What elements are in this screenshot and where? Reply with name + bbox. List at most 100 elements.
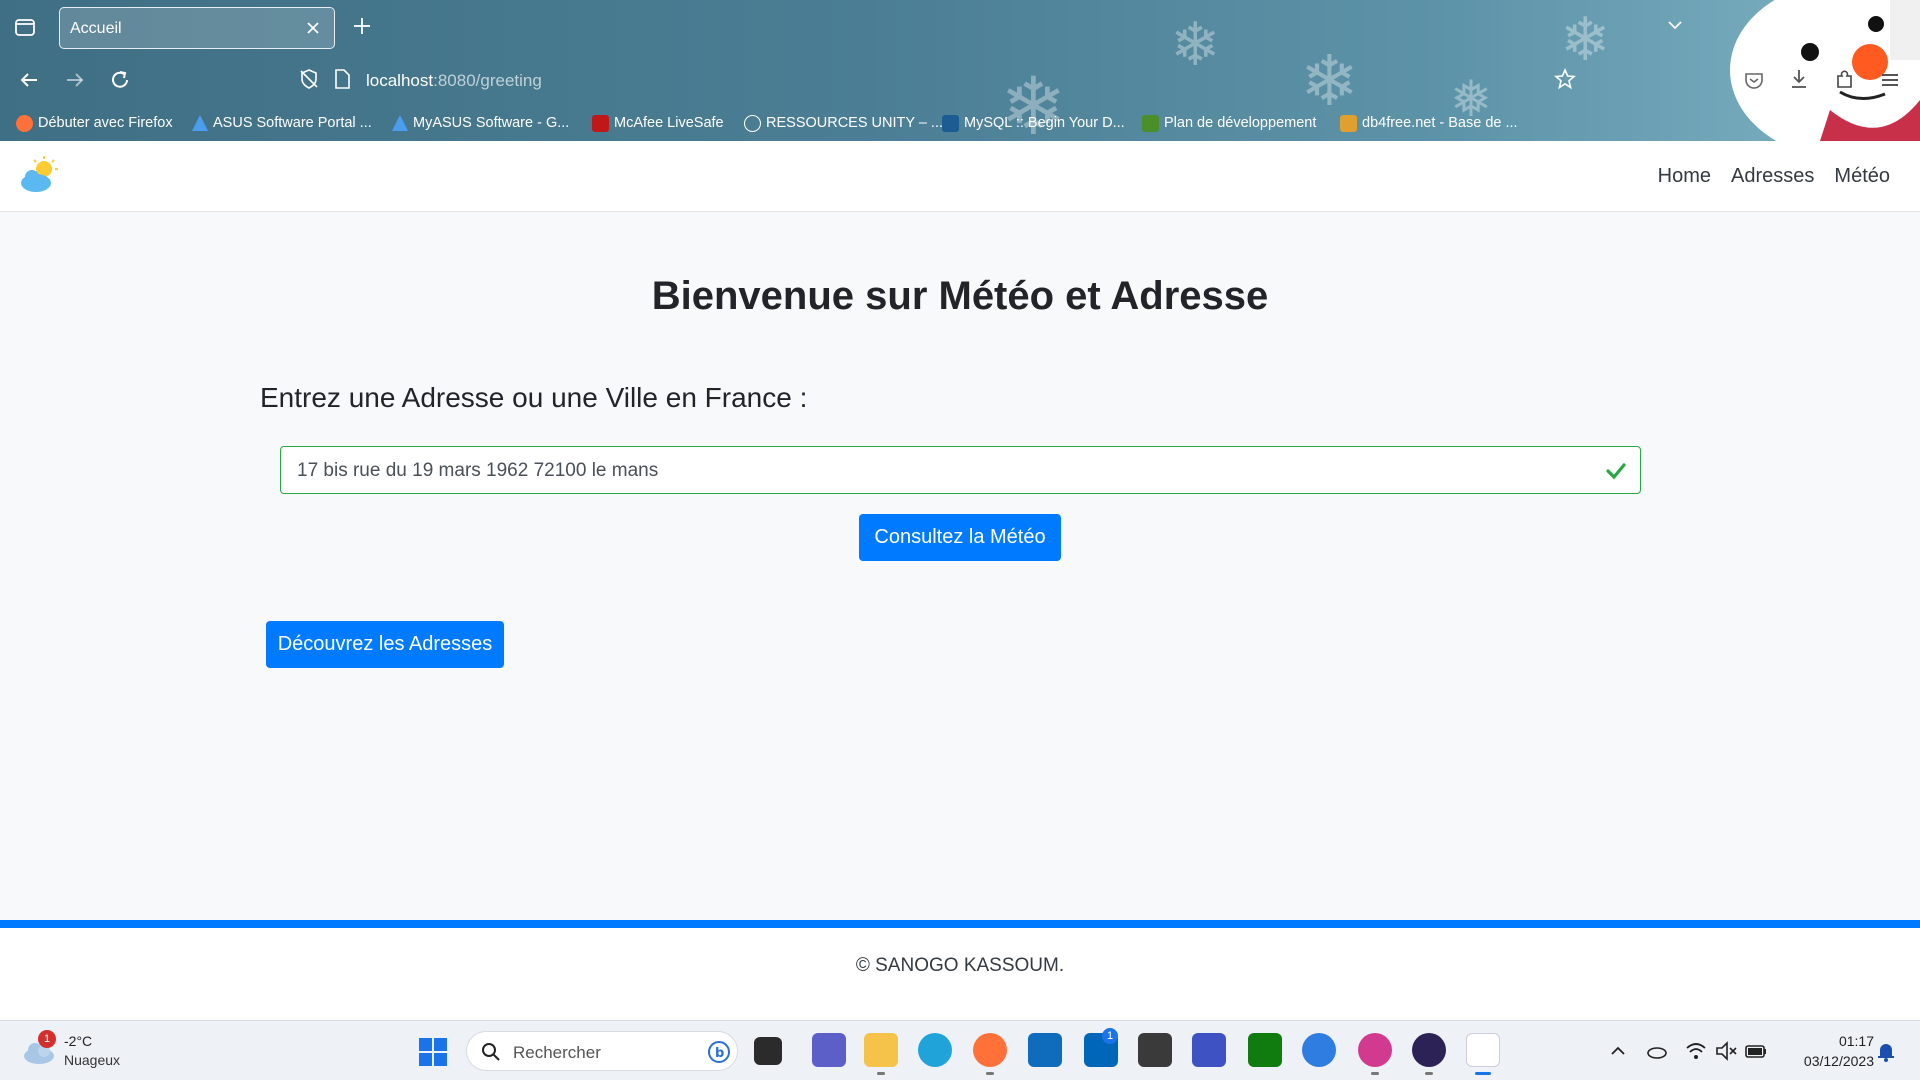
running-indicator [877, 1072, 885, 1075]
chevron-up-icon[interactable] [1606, 1039, 1630, 1063]
consult-meteo-button[interactable]: Consultez la Météo [859, 514, 1061, 561]
firefox-icon [16, 114, 33, 132]
downloads-icon[interactable] [1786, 66, 1812, 92]
bookmarks-bar: Débuter avec Firefox ASUS Software Porta… [0, 110, 1920, 138]
tab-list-icon[interactable] [12, 14, 38, 40]
tab-accueil[interactable]: Accueil [59, 7, 335, 49]
tab-title: Accueil [70, 20, 122, 37]
unity-icon[interactable] [1138, 1033, 1172, 1067]
firefox-taskbar-icon[interactable] [973, 1033, 1007, 1067]
weather-logo-icon[interactable] [18, 155, 60, 195]
xbox-icon[interactable] [1248, 1033, 1282, 1067]
mysql-icon [942, 114, 959, 132]
app-navbar: Home Adresses Météo [0, 141, 1920, 212]
bookmark-label: db4free.net - Base de ... [1362, 115, 1518, 131]
teams-icon[interactable] [812, 1033, 846, 1067]
new-tab-icon[interactable] [350, 14, 374, 38]
code-app-icon[interactable] [1192, 1033, 1226, 1067]
bookmark-item[interactable]: db4free.net - Base de ... [1340, 112, 1518, 134]
page-info-icon[interactable] [332, 68, 352, 90]
bing-icon[interactable]: b [707, 1040, 731, 1064]
main-content: Bienvenue sur Météo et Adresse Entrez un… [0, 212, 1920, 920]
clock-time: 01:17 [1838, 1033, 1874, 1049]
office-icon[interactable] [1358, 1033, 1392, 1067]
bookmark-label: MySQL :: Begin Your D... [964, 115, 1125, 131]
address-input[interactable]: 17 bis rue du 19 mars 1962 72100 le mans [280, 446, 1641, 494]
notification-bell-icon[interactable] [1874, 1039, 1898, 1063]
extensions-icon[interactable] [1832, 66, 1858, 92]
onedrive-icon[interactable] [1645, 1039, 1669, 1063]
weather-notification-badge: 1 [38, 1030, 56, 1048]
search-icon [482, 1043, 500, 1061]
url-text[interactable]: localhost:8080/greeting [366, 71, 542, 91]
edge-icon[interactable] [918, 1033, 952, 1067]
taskbar: 1 -2°C Nuageux Rechercher b 1 01:17 03/1… [0, 1020, 1920, 1080]
url-path: :8080/greeting [433, 71, 542, 90]
asus-icon [392, 115, 408, 131]
close-tab-icon[interactable] [302, 17, 324, 39]
address-input-value: 17 bis rue du 19 mars 1962 72100 le mans [297, 460, 659, 481]
windows-start-icon[interactable] [418, 1037, 448, 1067]
reload-icon[interactable] [107, 67, 133, 93]
url-bar[interactable]: localhost:8080/greeting [290, 59, 1590, 99]
snipping-tool-icon[interactable] [1466, 1033, 1500, 1067]
bookmark-item[interactable]: ASUS Software Portal ... [192, 112, 372, 134]
bookmark-star-icon[interactable] [1553, 67, 1577, 91]
bookmark-label: McAfee LiveSafe [614, 115, 724, 131]
mcafee-taskbar-icon[interactable] [1302, 1033, 1336, 1067]
weather-widget[interactable]: 1 -2°C Nuageux [20, 1029, 140, 1073]
valid-check-icon [1606, 463, 1626, 480]
bookmark-item[interactable]: MySQL :: Begin Your D... [942, 112, 1125, 134]
tab-strip: Accueil [0, 0, 1920, 55]
running-indicator [1371, 1072, 1379, 1075]
browser-chrome: ❄ ❄ ❄ ❄ ❅ Accueil localhost:8080/greetin… [0, 0, 1920, 141]
active-indicator [1475, 1072, 1491, 1075]
footer-divider [0, 920, 1920, 928]
file-explorer-icon[interactable] [864, 1033, 898, 1067]
bookmark-item[interactable]: Plan de développement [1142, 112, 1316, 134]
svg-text:b: b [715, 1046, 724, 1061]
bookmark-label: Plan de développement [1164, 115, 1317, 131]
running-indicator [1425, 1072, 1433, 1075]
forward-icon[interactable] [62, 67, 88, 93]
db4free-icon [1340, 114, 1357, 132]
running-indicator [986, 1072, 994, 1075]
discover-addresses-button[interactable]: Découvrez les Adresses [266, 621, 504, 668]
page-title: Bienvenue sur Météo et Adresse [651, 274, 1269, 318]
bookmark-label: MyASUS Software - G... [413, 115, 570, 131]
bookmark-item[interactable]: Débuter avec Firefox [16, 112, 173, 134]
clock-date: 03/12/2023 [1803, 1053, 1874, 1069]
nav-link-home[interactable]: Home [1658, 165, 1711, 188]
globe-icon [744, 114, 761, 132]
weather-temperature: -2°C [64, 1033, 93, 1049]
volume-muted-icon[interactable] [1714, 1039, 1738, 1063]
mcafee-icon [592, 114, 609, 132]
search-placeholder: Rechercher [513, 1043, 601, 1062]
browser-toolbar: localhost:8080/greeting [0, 55, 1920, 105]
outlook-icon[interactable] [1028, 1033, 1062, 1067]
taskbar-search[interactable]: Rechercher b [466, 1031, 738, 1071]
url-host: localhost [366, 71, 434, 90]
asus-icon [192, 115, 208, 131]
bookmark-label: Débuter avec Firefox [38, 115, 173, 131]
back-icon[interactable] [16, 67, 42, 93]
bookmark-label: ASUS Software Portal ... [213, 115, 372, 131]
eclipse-icon[interactable] [1412, 1033, 1446, 1067]
menu-icon[interactable] [1878, 68, 1902, 92]
bookmark-item[interactable]: RESSOURCES UNITY – ... [744, 112, 943, 134]
battery-icon[interactable] [1744, 1039, 1768, 1063]
copyright-text: © SANOGO KASSOUM. [855, 955, 1065, 976]
nav-link-adresses[interactable]: Adresses [1731, 165, 1814, 188]
tracking-protection-icon[interactable] [298, 68, 320, 90]
wifi-icon[interactable] [1684, 1039, 1708, 1063]
address-label: Entrez une Adresse ou une Ville en Franc… [260, 382, 808, 413]
bookmark-item[interactable]: MyASUS Software - G... [392, 112, 569, 134]
pocket-icon[interactable] [1742, 68, 1766, 92]
system-clock[interactable]: 01:17 03/12/2023 [1774, 1031, 1874, 1071]
nav-link-meteo[interactable]: Météo [1834, 165, 1890, 188]
task-view-icon[interactable] [754, 1037, 782, 1065]
footer: © SANOGO KASSOUM. [0, 928, 1920, 1020]
nav-links: Home Adresses Météo [1658, 165, 1890, 188]
plan-icon [1142, 114, 1159, 132]
bookmark-item[interactable]: McAfee LiveSafe [592, 112, 724, 134]
